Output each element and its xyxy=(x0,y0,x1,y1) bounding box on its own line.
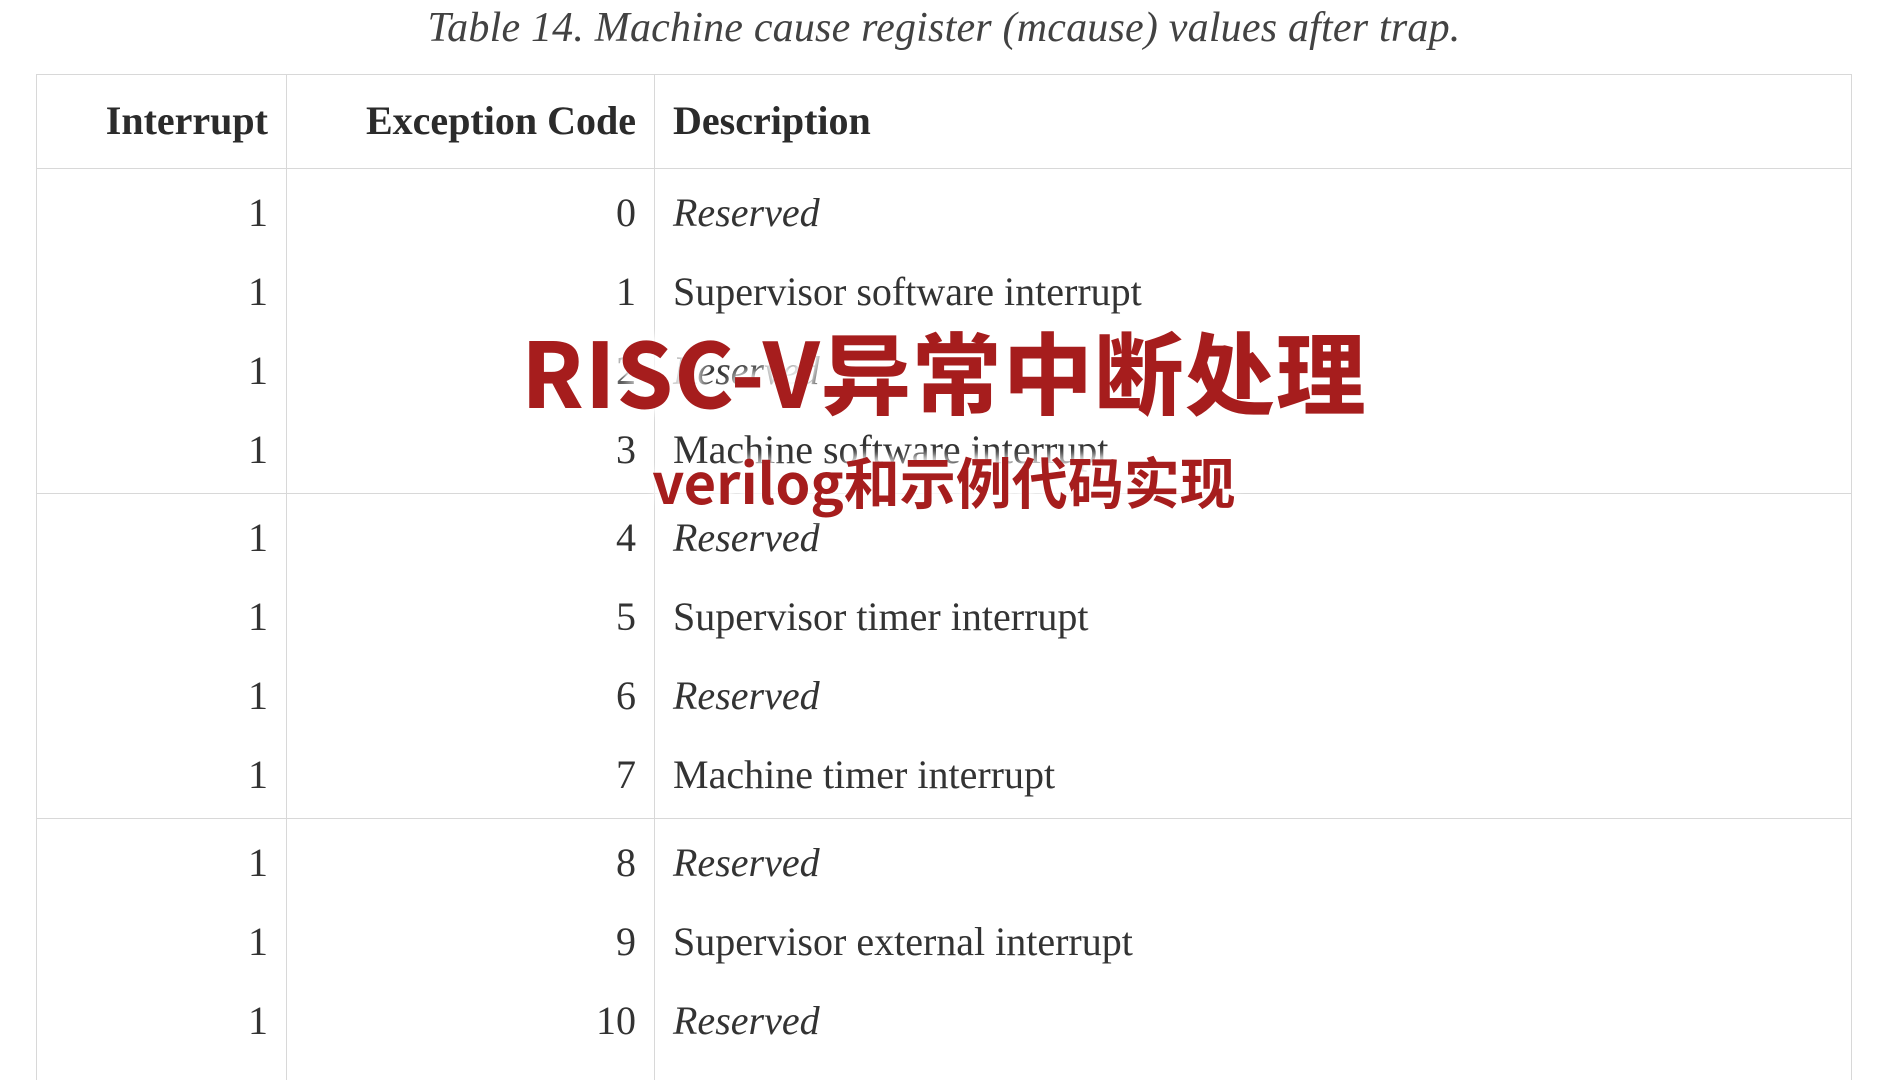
cell-desc: Reserved xyxy=(655,169,1852,253)
cell-code: 7 xyxy=(287,735,655,819)
cell-code: 5 xyxy=(287,577,655,656)
cell-interrupt: 1 xyxy=(37,410,287,494)
table-row: 111Machine external interrupt xyxy=(37,1060,1852,1080)
cell-code: 10 xyxy=(287,981,655,1060)
cell-desc: Reserved xyxy=(655,819,1852,903)
cell-interrupt: 1 xyxy=(37,735,287,819)
table-body: 10Reserved11Supervisor software interrup… xyxy=(37,169,1852,1080)
table-row: 13Machine software interrupt xyxy=(37,410,1852,494)
table-row: 11Supervisor software interrupt xyxy=(37,252,1852,331)
cell-code: 11 xyxy=(287,1060,655,1080)
col-header-desc: Description xyxy=(655,75,1852,169)
cell-interrupt: 1 xyxy=(37,1060,287,1080)
cell-code: 8 xyxy=(287,819,655,903)
table-row: 19Supervisor external interrupt xyxy=(37,902,1852,981)
cell-code: 6 xyxy=(287,656,655,735)
cell-desc: Reserved xyxy=(655,494,1852,578)
cell-desc: Machine software interrupt xyxy=(655,410,1852,494)
table-row: 110Reserved xyxy=(37,981,1852,1060)
col-header-code: Exception Code xyxy=(287,75,655,169)
cell-interrupt: 1 xyxy=(37,577,287,656)
table-row: 16Reserved xyxy=(37,656,1852,735)
table-caption: Table 14. Machine cause register (mcause… xyxy=(36,4,1852,52)
cell-code: 0 xyxy=(287,169,655,253)
page-container: Table 14. Machine cause register (mcause… xyxy=(0,4,1888,1080)
cell-desc: Supervisor software interrupt xyxy=(655,252,1852,331)
cell-interrupt: 1 xyxy=(37,656,287,735)
table-row: 17Machine timer interrupt xyxy=(37,735,1852,819)
cell-desc: Reserved xyxy=(655,656,1852,735)
mcause-table: Interrupt Exception Code Description 10R… xyxy=(36,74,1852,1080)
cell-code: 3 xyxy=(287,410,655,494)
col-header-interrupt: Interrupt xyxy=(37,75,287,169)
cell-desc: Reserved xyxy=(655,981,1852,1060)
cell-desc: Machine timer interrupt xyxy=(655,735,1852,819)
cell-desc: Machine external interrupt xyxy=(655,1060,1852,1080)
cell-desc: Reserved xyxy=(655,331,1852,410)
table-row: 18Reserved xyxy=(37,819,1852,903)
cell-code: 1 xyxy=(287,252,655,331)
table-row: 12Reserved xyxy=(37,331,1852,410)
cell-code: 9 xyxy=(287,902,655,981)
cell-interrupt: 1 xyxy=(37,902,287,981)
cell-code: 4 xyxy=(287,494,655,578)
table-header-row: Interrupt Exception Code Description xyxy=(37,75,1852,169)
cell-desc: Supervisor timer interrupt xyxy=(655,577,1852,656)
table-row: 15Supervisor timer interrupt xyxy=(37,577,1852,656)
table-row: 10Reserved xyxy=(37,169,1852,253)
cell-code: 2 xyxy=(287,331,655,410)
cell-interrupt: 1 xyxy=(37,169,287,253)
cell-interrupt: 1 xyxy=(37,981,287,1060)
cell-desc: Supervisor external interrupt xyxy=(655,902,1852,981)
cell-interrupt: 1 xyxy=(37,252,287,331)
cell-interrupt: 1 xyxy=(37,819,287,903)
table-row: 14Reserved xyxy=(37,494,1852,578)
cell-interrupt: 1 xyxy=(37,494,287,578)
cell-interrupt: 1 xyxy=(37,331,287,410)
